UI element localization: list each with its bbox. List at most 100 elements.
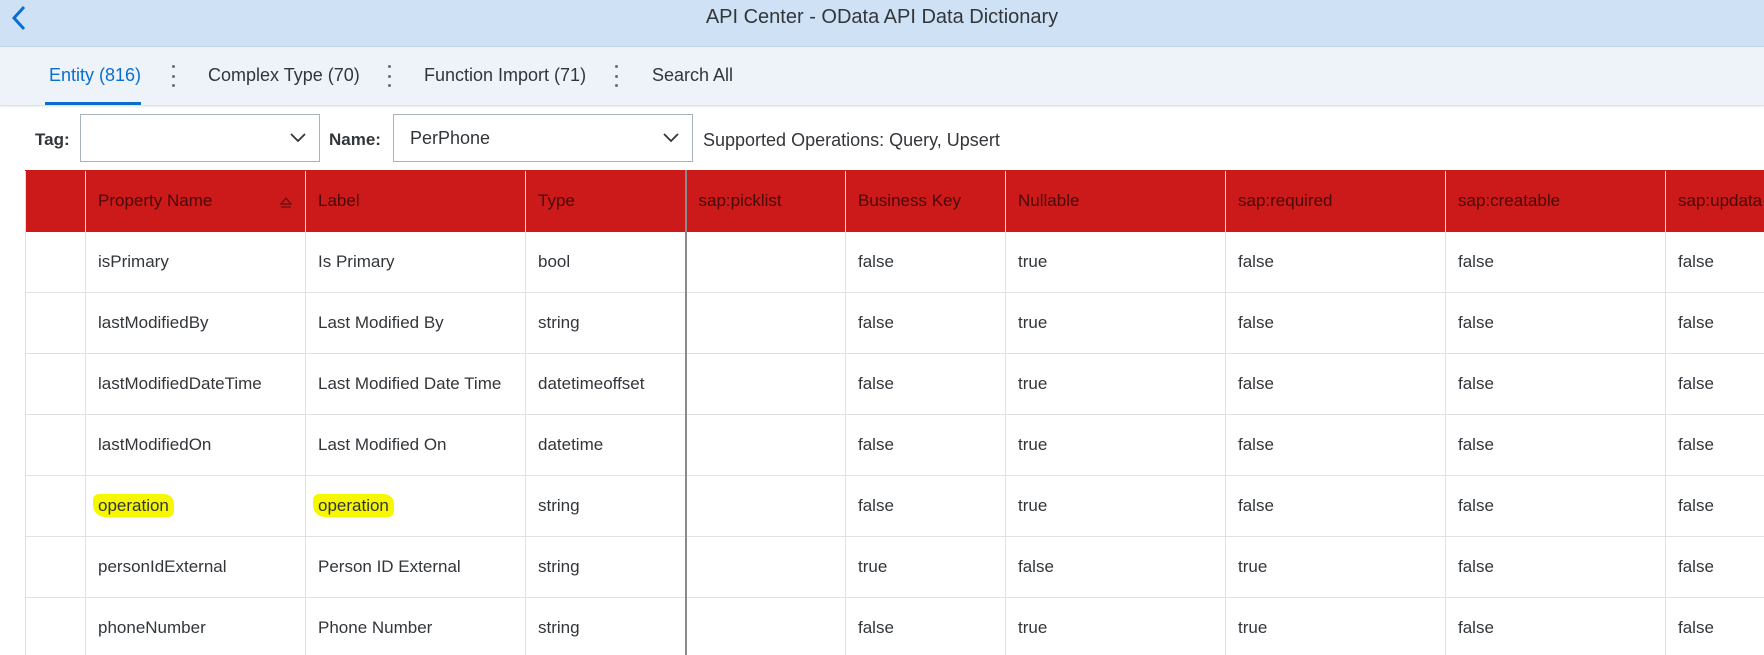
cell-type: string (525, 292, 686, 354)
properties-table-container: Property Name Label Type sap:picklist Bu… (25, 170, 1764, 655)
name-select-value: PerPhone (410, 128, 491, 148)
cell-nullable: true (1005, 597, 1226, 655)
column-header-required[interactable]: sap:required (1225, 170, 1446, 232)
column-header-property-name[interactable]: Property Name (85, 170, 306, 232)
cell-business-key: false (845, 231, 1006, 293)
cell-nullable: true (1005, 475, 1226, 537)
cell-label: Phone Number (305, 597, 526, 655)
row-selector[interactable] (25, 292, 86, 354)
row-selector[interactable] (25, 475, 86, 537)
supported-operations: Supported Operations: Query, Upsert (703, 130, 1000, 150)
properties-table: Property Name Label Type sap:picklist Bu… (25, 170, 1764, 655)
cell-business-key: false (845, 475, 1006, 537)
name-select[interactable]: PerPhone (393, 114, 693, 162)
chevron-down-icon (290, 133, 306, 143)
tab-entity[interactable]: Entity (816) (49, 65, 141, 86)
cell-required: false (1225, 475, 1446, 537)
shell-header: API Center - OData API Data Dictionary (0, 0, 1764, 47)
cell-updatable: false (1665, 475, 1764, 537)
table-row[interactable]: lastModifiedBy Last Modified By string fals… (25, 292, 1764, 354)
tab-complex-type[interactable]: Complex Type (70) (208, 65, 360, 86)
row-selector[interactable] (25, 597, 86, 655)
row-selector[interactable] (25, 353, 86, 415)
column-header-creatable[interactable]: sap:creatable (1445, 170, 1666, 232)
table-row[interactable]: phoneNumber Phone Number string false true tr… (25, 597, 1764, 655)
tab-overflow-icon[interactable] (386, 65, 392, 87)
tab-bar: Entity (816) Complex Type (70) Function … (0, 47, 1764, 106)
cell-nullable: true (1005, 231, 1226, 293)
cell-label: operation (305, 475, 526, 537)
column-header-business-key[interactable]: Business Key (845, 170, 1006, 232)
row-selector[interactable] (25, 536, 86, 598)
name-label: Name: (329, 130, 381, 149)
cell-nullable: true (1005, 292, 1226, 354)
column-header-picklist[interactable]: sap:picklist (684, 170, 846, 232)
cell-required: true (1225, 597, 1446, 655)
cell-picklist (684, 292, 846, 354)
cell-picklist (684, 414, 846, 476)
cell-property-name: lastModifiedOn (85, 414, 306, 476)
cell-required: false (1225, 414, 1446, 476)
cell-type: string (525, 597, 686, 655)
table-row[interactable]: operation operation string false true false fa… (25, 475, 1764, 537)
tab-overflow-icon[interactable] (613, 65, 619, 87)
tag-select[interactable] (80, 114, 320, 162)
chevron-down-icon (663, 133, 679, 143)
cell-picklist (684, 597, 846, 655)
cell-label: Last Modified On (305, 414, 526, 476)
cell-type: bool (525, 231, 686, 293)
cell-creatable: false (1445, 475, 1666, 537)
cell-label: Person ID External (305, 536, 526, 598)
cell-property-name: lastModifiedDateTime (85, 353, 306, 415)
cell-updatable: false (1665, 597, 1764, 655)
cell-updatable: false (1665, 292, 1764, 354)
app-title: API Center - OData API Data Dictionary (705, 6, 1059, 28)
cell-picklist (684, 353, 846, 415)
column-header-updatable[interactable]: sap:updata (1665, 170, 1764, 232)
cell-nullable: true (1005, 414, 1226, 476)
highlighted-text: operation (313, 494, 394, 517)
cell-label: Is Primary (305, 231, 526, 293)
cell-updatable: false (1665, 414, 1764, 476)
column-header-label[interactable]: Label (305, 170, 526, 232)
cell-business-key: false (845, 292, 1006, 354)
cell-creatable: false (1445, 292, 1666, 354)
cell-required: true (1225, 536, 1446, 598)
tab-function-import[interactable]: Function Import (71) (424, 65, 586, 86)
table-header-row: Property Name Label Type sap:picklist Bu… (25, 170, 1764, 232)
cell-nullable: true (1005, 353, 1226, 415)
cell-required: false (1225, 353, 1446, 415)
cell-creatable: false (1445, 353, 1666, 415)
cell-creatable: false (1445, 597, 1666, 655)
tab-overflow-icon[interactable] (170, 65, 176, 87)
sort-ascending-icon (279, 197, 293, 208)
cell-type: datetimeoffset (525, 353, 686, 415)
cell-creatable: false (1445, 536, 1666, 598)
table-row[interactable]: lastModifiedOn Last Modified On datetime fa… (25, 414, 1764, 476)
cell-type: datetime (525, 414, 686, 476)
cell-required: false (1225, 231, 1446, 293)
tab-search-all[interactable]: Search All (652, 65, 733, 86)
table-row[interactable]: lastModifiedDateTime Last Modified Date T… (25, 353, 1764, 415)
cell-updatable: false (1665, 231, 1764, 293)
row-selector[interactable] (25, 414, 86, 476)
cell-required: false (1225, 292, 1446, 354)
row-selector[interactable] (25, 231, 86, 293)
cell-business-key: false (845, 597, 1006, 655)
table-row[interactable]: personIdExternal Person ID External string… (25, 536, 1764, 598)
column-header-type[interactable]: Type (525, 170, 686, 232)
cell-updatable: false (1665, 536, 1764, 598)
column-header-nullable[interactable]: Nullable (1005, 170, 1226, 232)
table-row[interactable]: isPrimary Is Primary bool false true false fal… (25, 231, 1764, 293)
cell-label: Last Modified Date Time (305, 353, 526, 415)
cell-property-name: personIdExternal (85, 536, 306, 598)
cell-picklist (684, 475, 846, 537)
cell-nullable: false (1005, 536, 1226, 598)
cell-business-key: false (845, 353, 1006, 415)
cell-property-name: phoneNumber (85, 597, 306, 655)
cell-business-key: false (845, 414, 1006, 476)
cell-picklist (684, 231, 846, 293)
column-header-label: Property Name (98, 191, 213, 211)
cell-property-name: operation (85, 475, 306, 537)
cell-label: Last Modified By (305, 292, 526, 354)
